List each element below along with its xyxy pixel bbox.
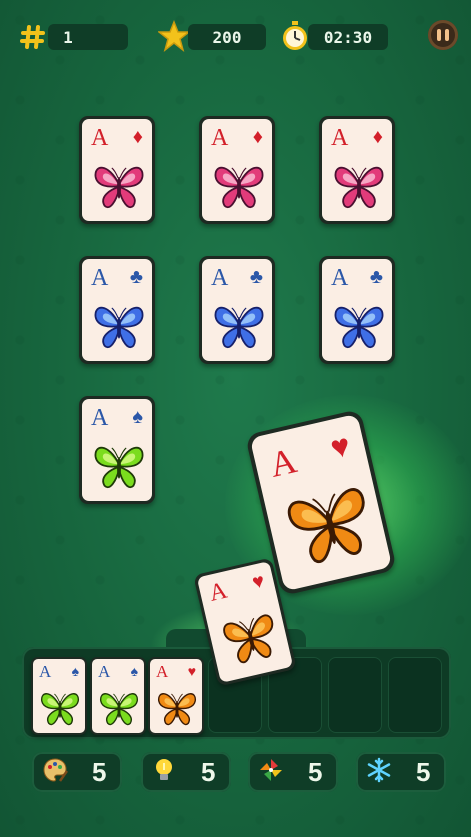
- board-card[interactable]: A ♠: [79, 396, 155, 504]
- card-rank: A: [265, 440, 301, 485]
- card-face: A ♠: [82, 399, 152, 501]
- tray-slot: [388, 657, 442, 733]
- card-rank: A: [39, 662, 52, 681]
- card-suit: ♠: [132, 406, 143, 428]
- powerup-count: 5: [201, 756, 216, 787]
- blue-butterfly-icon: [214, 306, 264, 348]
- snowflake-icon: [356, 757, 392, 788]
- lightbulb-icon: [141, 757, 177, 788]
- timer-value: 02:30: [323, 27, 373, 47]
- card-rank: A: [211, 265, 229, 291]
- card-rank: A: [156, 662, 169, 681]
- card-suit: ♣: [249, 266, 263, 288]
- snowflake-powerup-button[interactable]: 5: [356, 752, 446, 792]
- card-suit: ♥: [327, 426, 354, 466]
- orange-butterfly-icon: [158, 693, 196, 726]
- card-rank: A: [91, 265, 109, 291]
- level-value: 1: [63, 27, 73, 47]
- card-rank: A: [331, 125, 349, 151]
- card-suit: ♣: [369, 266, 383, 288]
- pause-icon: [437, 29, 441, 41]
- palette-powerup-button[interactable]: 5: [32, 752, 122, 792]
- star-icon: [158, 20, 190, 52]
- board-card[interactable]: A ♦: [79, 116, 155, 224]
- pinwheel-powerup-button[interactable]: 5: [248, 752, 338, 792]
- card-face: A ♦: [202, 119, 272, 221]
- card-rank: A: [98, 662, 111, 681]
- card-suit: ♥: [187, 663, 196, 679]
- lightbulb-powerup-button[interactable]: 5: [141, 752, 231, 792]
- card-face: A ♣: [202, 259, 272, 361]
- card-suit: ♥: [250, 569, 267, 595]
- card-face: A ♥: [150, 659, 202, 733]
- card-suit: ♠: [130, 663, 138, 679]
- card-rank: A: [206, 577, 230, 607]
- board-card[interactable]: A ♣: [319, 256, 395, 364]
- tray-card: A ♠: [90, 657, 146, 735]
- card-face: A ♣: [82, 259, 152, 361]
- green-butterfly-icon: [100, 693, 138, 726]
- score-display: 200: [188, 24, 266, 50]
- powerup-count: 5: [308, 756, 323, 787]
- stopwatch-icon: [283, 21, 307, 50]
- board-card[interactable]: A ♣: [199, 256, 275, 364]
- pinwheel-icon: [248, 757, 284, 788]
- powerup-count: 5: [416, 756, 431, 787]
- orange-butterfly-icon: [287, 488, 365, 564]
- card-rank: A: [91, 405, 109, 431]
- card-suit: ♣: [129, 266, 143, 288]
- palette-icon: [32, 757, 69, 788]
- board-card[interactable]: A ♣: [79, 256, 155, 364]
- card-rank: A: [331, 265, 349, 291]
- pink-butterfly-icon: [334, 166, 384, 208]
- card-face: A ♠: [33, 659, 85, 733]
- blue-butterfly-icon: [94, 306, 144, 348]
- orange-butterfly-icon: [223, 614, 274, 664]
- level-display: 1: [48, 24, 128, 50]
- card-suit: ♦: [372, 126, 383, 148]
- card-suit: ♦: [132, 126, 143, 148]
- card-face: A ♦: [82, 119, 152, 221]
- board-card[interactable]: A ♦: [319, 116, 395, 224]
- card-face: A ♦: [322, 119, 392, 221]
- score-value: 200: [212, 27, 242, 47]
- green-butterfly-icon: [94, 446, 144, 488]
- tray-slot: [328, 657, 382, 733]
- pink-butterfly-icon: [214, 166, 264, 208]
- tray-card: A ♥: [148, 657, 204, 735]
- pause-button[interactable]: [428, 20, 458, 50]
- card-suit: ♠: [71, 663, 79, 679]
- card-face: A ♠: [92, 659, 144, 733]
- card-suit: ♦: [252, 126, 263, 148]
- hash-icon: [20, 25, 45, 49]
- board-card[interactable]: A ♦: [199, 116, 275, 224]
- pink-butterfly-icon: [94, 166, 144, 208]
- tray-card: A ♠: [31, 657, 87, 735]
- timer-display: 02:30: [308, 24, 388, 50]
- card-rank: A: [91, 125, 109, 151]
- card-face: A ♣: [322, 259, 392, 361]
- blue-butterfly-icon: [334, 306, 384, 348]
- powerup-count: 5: [92, 756, 107, 787]
- green-butterfly-icon: [41, 693, 79, 726]
- card-rank: A: [211, 125, 229, 151]
